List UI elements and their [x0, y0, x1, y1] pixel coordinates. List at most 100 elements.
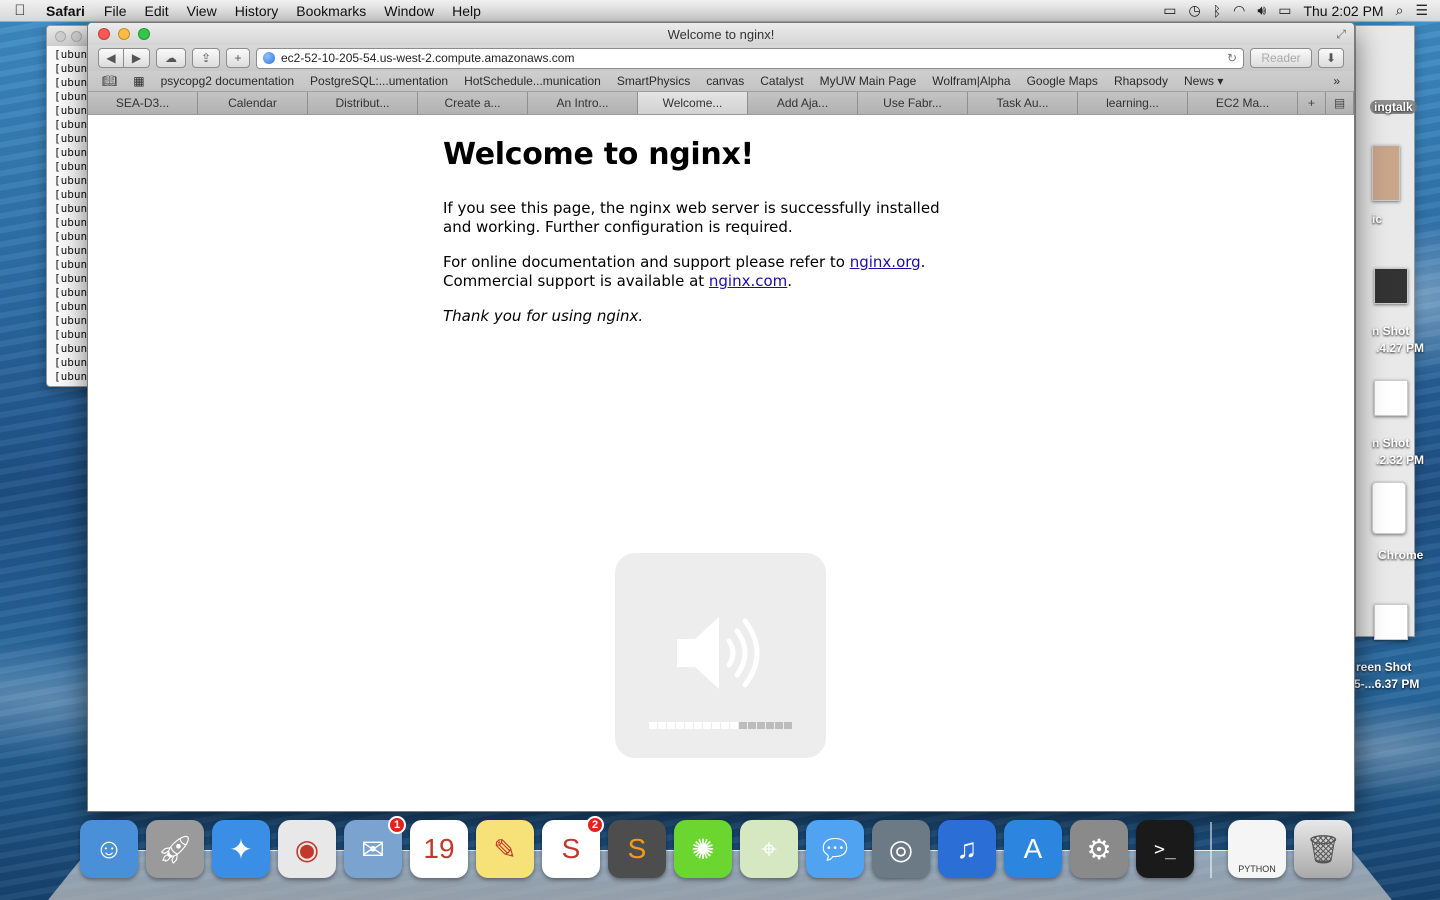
desktop-label[interactable]: n Shot	[1372, 436, 1409, 450]
python-folder-icon[interactable]: PYTHON	[1228, 820, 1286, 878]
menu-view[interactable]: View	[178, 3, 226, 19]
new-tab-button[interactable]: +	[1298, 92, 1326, 114]
minimize-window-button[interactable]	[118, 28, 130, 40]
compass-icon[interactable]: ✦	[212, 820, 270, 878]
trash-icon[interactable]: 🗑︎	[1294, 820, 1352, 878]
calendar-icon[interactable]: 19	[410, 820, 468, 878]
desktop-label[interactable]: n Shot	[1372, 324, 1409, 338]
menu-help[interactable]: Help	[443, 3, 490, 19]
tab-active[interactable]: Welcome...	[638, 92, 748, 114]
tab-overview-icon[interactable]: ▤	[1326, 92, 1354, 114]
gear-icon[interactable]: ⚙	[1070, 820, 1128, 878]
notes-icon[interactable]: ✎	[476, 820, 534, 878]
terminal-icon[interactable]: >_	[1136, 820, 1194, 878]
desktop-label[interactable]: ic	[1372, 212, 1382, 226]
terminal-minimize-button[interactable]	[71, 30, 82, 42]
tab[interactable]: Add Aja...	[748, 92, 858, 114]
battery-icon[interactable]: ▭	[1278, 2, 1291, 19]
desktop-label[interactable]: 5-...6.37 PM	[1354, 677, 1419, 691]
notification-center-icon[interactable]: ☰	[1415, 2, 1428, 19]
terminal-close-button[interactable]	[55, 30, 66, 42]
bookmark-item[interactable]: Google Maps	[1027, 74, 1098, 88]
reader-button[interactable]: Reader	[1250, 48, 1312, 68]
bookmark-item[interactable]: Catalyst	[760, 74, 803, 88]
desktop-photo-thumbnail[interactable]	[1372, 145, 1400, 201]
bookmark-item[interactable]: MyUW Main Page	[820, 74, 917, 88]
safari-titlebar[interactable]: Welcome to nginx! ⤢	[88, 23, 1354, 45]
bookmark-item[interactable]: Wolfram|Alpha	[932, 74, 1010, 88]
tab[interactable]: SEA-D3...	[88, 92, 198, 114]
bookmark-item[interactable]: canvas	[706, 74, 744, 88]
screenshot-thumbnail[interactable]	[1374, 268, 1408, 304]
screenshot-thumbnail[interactable]	[1374, 380, 1408, 416]
bookmark-item[interactable]: Rhapsody	[1114, 74, 1168, 88]
tab[interactable]: Use Fabr...	[858, 92, 968, 114]
desktop-label[interactable]: ingtalk	[1370, 100, 1417, 114]
tab[interactable]: Create a...	[418, 92, 528, 114]
messages-icon[interactable]: 💬︎	[806, 820, 864, 878]
appstore-icon[interactable]: A	[1004, 820, 1062, 878]
music-icon[interactable]: ♫	[938, 820, 996, 878]
finder-icon[interactable]: ☺	[80, 820, 138, 878]
lime-icon[interactable]: ✺	[674, 820, 732, 878]
desktop-label[interactable]: reen Shot	[1356, 660, 1411, 674]
tab[interactable]: learning...	[1078, 92, 1188, 114]
tab[interactable]: An Intro...	[528, 92, 638, 114]
bookmark-news-folder[interactable]: News ▾	[1184, 74, 1223, 88]
downloads-icon[interactable]: ⬇	[1318, 48, 1344, 68]
share-icon[interactable]: ⇪	[192, 48, 220, 68]
zoom-window-button[interactable]	[138, 28, 150, 40]
menu-file[interactable]: File	[95, 3, 136, 19]
sublime-icon[interactable]: S	[608, 820, 666, 878]
screenshot-thumbnail[interactable]	[1374, 604, 1408, 640]
fullscreen-icon[interactable]: ⤢	[1336, 27, 1346, 42]
volume-segment	[703, 722, 711, 729]
bookmarks-overflow-icon[interactable]: »	[1333, 74, 1340, 88]
maps-icon-glyph: ⌖	[761, 832, 777, 864]
bookmark-item[interactable]: SmartPhysics	[617, 74, 690, 88]
desktop-label[interactable]: .4.27 PM	[1376, 341, 1424, 355]
bookmark-item[interactable]: HotSchedule...munication	[464, 74, 601, 88]
menu-app-name[interactable]: Safari	[40, 3, 95, 19]
dock-separator	[1210, 822, 1212, 878]
tab[interactable]: Task Au...	[968, 92, 1078, 114]
airplay-icon[interactable]: ▭	[1163, 2, 1176, 19]
back-button[interactable]: ◀	[98, 48, 124, 68]
camera-icon[interactable]: ◎	[872, 820, 930, 878]
menu-edit[interactable]: Edit	[135, 3, 177, 19]
icloud-tabs-icon[interactable]: ☁	[156, 48, 186, 68]
tab[interactable]: Calendar	[198, 92, 308, 114]
close-window-button[interactable]	[98, 28, 110, 40]
rocket-icon[interactable]: 🚀︎	[146, 820, 204, 878]
add-bookmark-icon[interactable]: +	[226, 48, 250, 68]
wifi-icon[interactable]: ◠	[1233, 2, 1245, 19]
menu-clock[interactable]: Thu 2:02 PM	[1303, 3, 1383, 19]
menu-bookmarks[interactable]: Bookmarks	[287, 3, 375, 19]
bookmark-item[interactable]: psycopg2 documentation	[161, 74, 294, 88]
spotlight-search-icon[interactable]: ⌕	[1396, 2, 1404, 19]
forward-button[interactable]: ▶	[124, 48, 150, 68]
volume-icon[interactable]: 🔊︎	[1257, 2, 1266, 19]
reading-list-icon[interactable]: 📖︎	[102, 74, 117, 88]
nginx-org-link[interactable]: nginx.org	[850, 253, 921, 271]
menu-history[interactable]: History	[226, 3, 288, 19]
chrome-desktop-icon[interactable]	[1372, 482, 1406, 534]
apple-menu-icon[interactable]: 	[0, 2, 40, 19]
address-bar[interactable]: ec2-52-10-205-54.us-west-2.compute.amazo…	[256, 47, 1244, 69]
menu-window[interactable]: Window	[375, 3, 443, 19]
desktop-label[interactable]: Chrome	[1378, 548, 1423, 562]
top-sites-icon[interactable]: ▦	[133, 74, 144, 88]
tab[interactable]: EC2 Ma...	[1188, 92, 1298, 114]
bluetooth-icon[interactable]: ᛒ	[1213, 3, 1221, 19]
bookmark-item[interactable]: PostgreSQL:...umentation	[310, 74, 448, 88]
slack-icon[interactable]: S2	[542, 816, 604, 878]
nginx-com-link[interactable]: nginx.com	[709, 272, 787, 290]
time-machine-icon[interactable]: ◷	[1189, 2, 1201, 19]
address-url[interactable]: ec2-52-10-205-54.us-west-2.compute.amazo…	[281, 51, 1221, 65]
desktop-label[interactable]: .2.32 PM	[1376, 453, 1424, 467]
maps-icon[interactable]: ⌖	[740, 820, 798, 878]
reload-icon[interactable]: ↻	[1227, 51, 1237, 65]
tab[interactable]: Distribut...	[308, 92, 418, 114]
chrome-icon[interactable]: ◉	[278, 820, 336, 878]
mail-icon[interactable]: ✉ 1	[344, 816, 406, 878]
